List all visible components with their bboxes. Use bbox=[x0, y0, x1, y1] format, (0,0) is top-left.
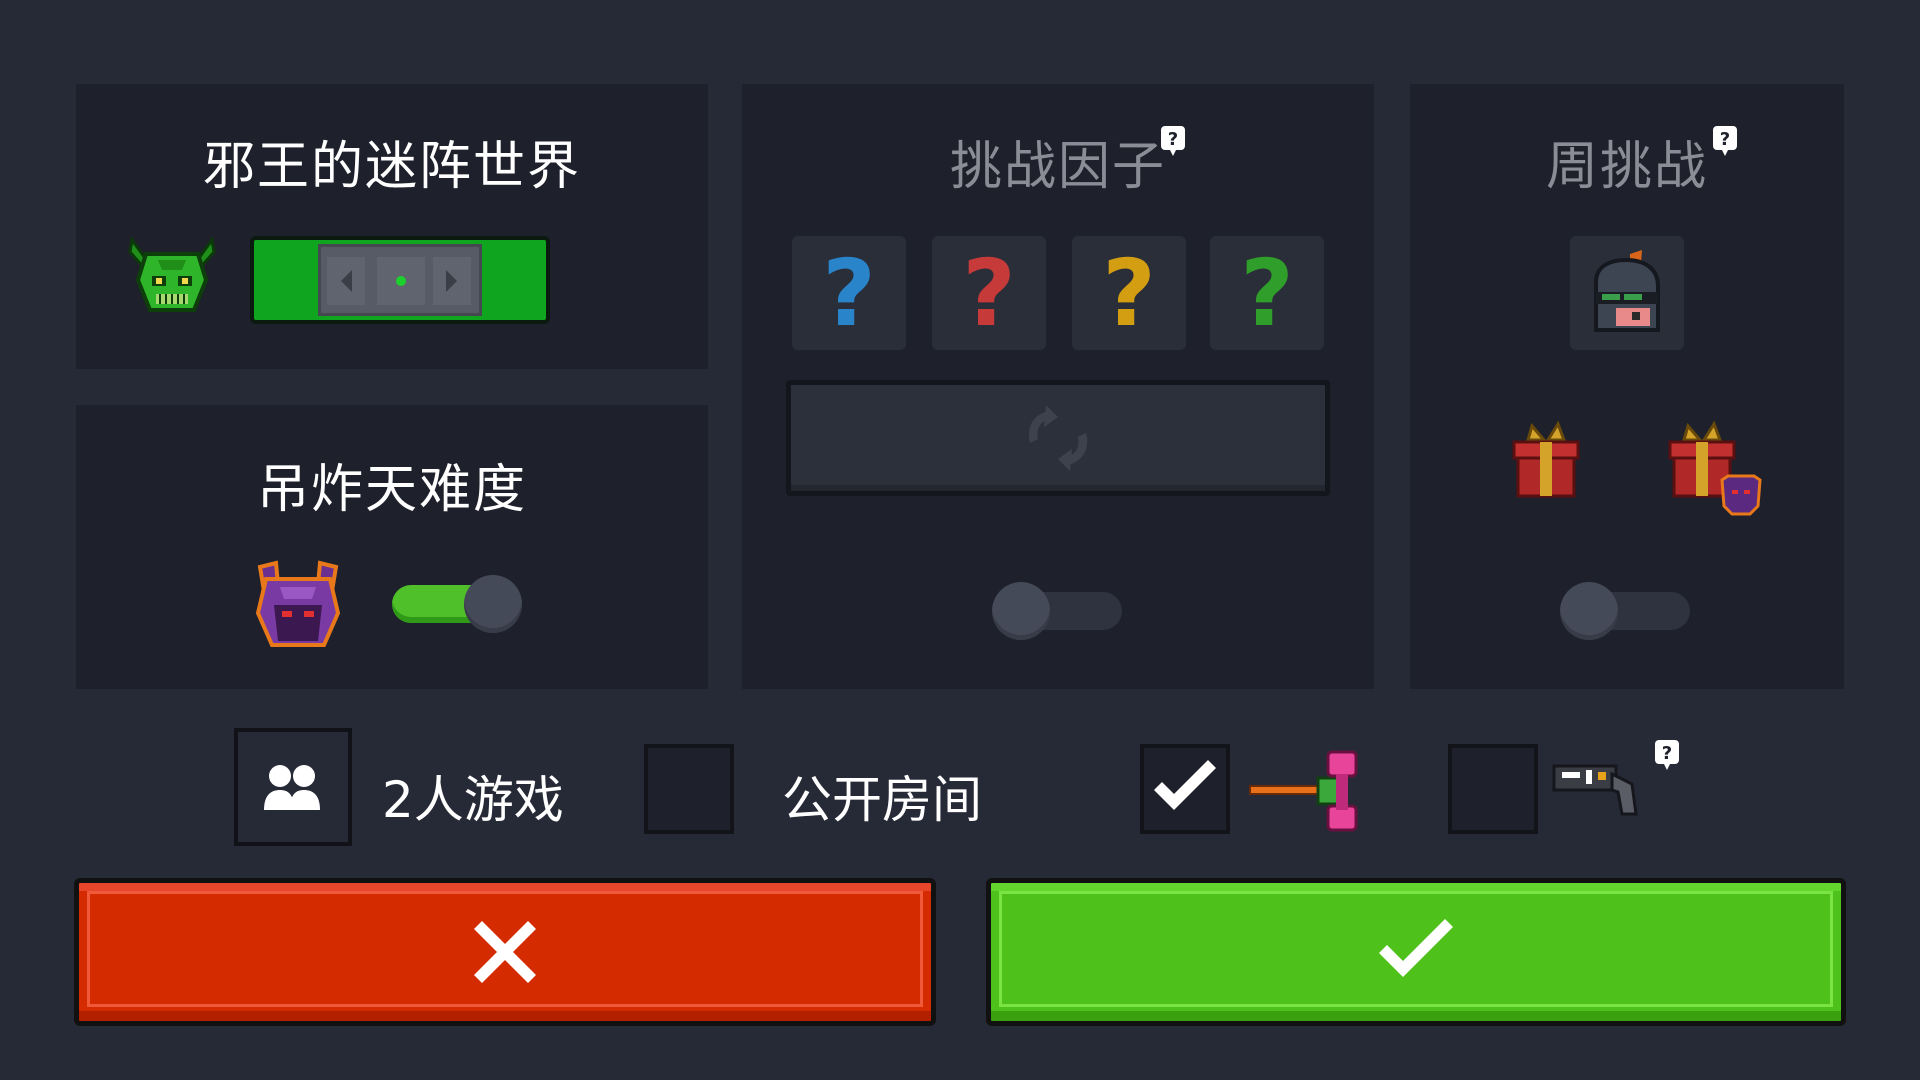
challenge-panel: 挑战因子 ? ? ? ? ? bbox=[742, 84, 1374, 689]
stage-next-arrow-icon[interactable] bbox=[433, 257, 471, 305]
help-icon[interactable]: ? bbox=[1710, 124, 1740, 158]
difficulty-toggle[interactable] bbox=[392, 569, 522, 633]
stage-selector[interactable] bbox=[250, 236, 550, 324]
world-title: 邪王的迷阵世界 bbox=[202, 137, 581, 197]
green-horned-demon-skull-icon bbox=[128, 236, 216, 312]
weekly-toggle[interactable] bbox=[1560, 576, 1690, 640]
gun-checkbox[interactable] bbox=[1448, 744, 1538, 834]
checkmark-icon bbox=[1154, 760, 1216, 810]
confirm-button[interactable] bbox=[986, 878, 1846, 1026]
challenge-toggle-knob bbox=[992, 582, 1050, 640]
reroll-button[interactable] bbox=[786, 380, 1330, 496]
weekly-character-slot[interactable] bbox=[1570, 236, 1684, 350]
stage-prev-arrow-icon[interactable] bbox=[327, 257, 365, 305]
weekly-panel: 周挑战 ? bbox=[1410, 84, 1844, 689]
purple-demon-helmet-icon bbox=[255, 560, 341, 647]
weekly-title-text: 周挑战 bbox=[1545, 137, 1708, 197]
stage-selector-track bbox=[318, 244, 482, 316]
svg-text:?: ? bbox=[1662, 743, 1672, 764]
weekly-toggle-knob bbox=[1560, 582, 1618, 640]
challenge-slot-2-label: ? bbox=[962, 239, 1016, 347]
svg-text:?: ? bbox=[1720, 129, 1730, 150]
challenge-title-text: 挑战因子 bbox=[949, 137, 1166, 197]
gift-box-icon bbox=[1512, 420, 1580, 498]
world-panel: 邪王的迷阵世界 bbox=[76, 84, 708, 369]
public-room-label: 公开房间 bbox=[782, 771, 982, 829]
challenge-toggle[interactable] bbox=[992, 576, 1122, 640]
difficulty-toggle-knob bbox=[464, 575, 522, 633]
public-room-checkbox[interactable] bbox=[644, 744, 734, 834]
challenge-slot-1[interactable]: ? bbox=[792, 236, 906, 350]
svg-text:?: ? bbox=[1168, 129, 1178, 150]
stage-dot-icon bbox=[396, 276, 406, 286]
challenge-slot-4[interactable]: ? bbox=[1210, 236, 1324, 350]
close-icon bbox=[474, 921, 536, 983]
cancel-button[interactable] bbox=[74, 878, 936, 1026]
pink-hammer-icon bbox=[1249, 750, 1358, 832]
challenge-slot-3-label: ? bbox=[1102, 239, 1156, 347]
challenge-slot-2[interactable]: ? bbox=[932, 236, 1046, 350]
stage-current-indicator bbox=[377, 257, 425, 305]
refresh-icon bbox=[1028, 405, 1088, 471]
weekly-title: 周挑战 bbox=[1410, 124, 1844, 199]
help-icon[interactable]: ? bbox=[1652, 738, 1682, 772]
weapon-checkbox[interactable] bbox=[1140, 744, 1230, 834]
two-players-icon bbox=[264, 765, 320, 810]
checkmark-icon bbox=[1379, 919, 1453, 977]
challenge-title: 挑战因子 bbox=[742, 124, 1374, 199]
two-player-button[interactable] bbox=[234, 728, 352, 846]
challenge-slot-4-label: ? bbox=[1240, 239, 1294, 347]
gun-icon bbox=[1552, 764, 1638, 816]
gift-box-demon-icon bbox=[1668, 420, 1762, 516]
difficulty-panel: 吊炸天难度 bbox=[76, 405, 708, 689]
knight-helmet-icon bbox=[1594, 250, 1660, 332]
two-player-label: 2人游戏 bbox=[382, 771, 564, 829]
difficulty-title: 吊炸天难度 bbox=[256, 460, 527, 520]
challenge-slot-3[interactable]: ? bbox=[1072, 236, 1186, 350]
challenge-slot-1-label: ? bbox=[822, 239, 876, 347]
help-icon[interactable]: ? bbox=[1158, 124, 1188, 158]
